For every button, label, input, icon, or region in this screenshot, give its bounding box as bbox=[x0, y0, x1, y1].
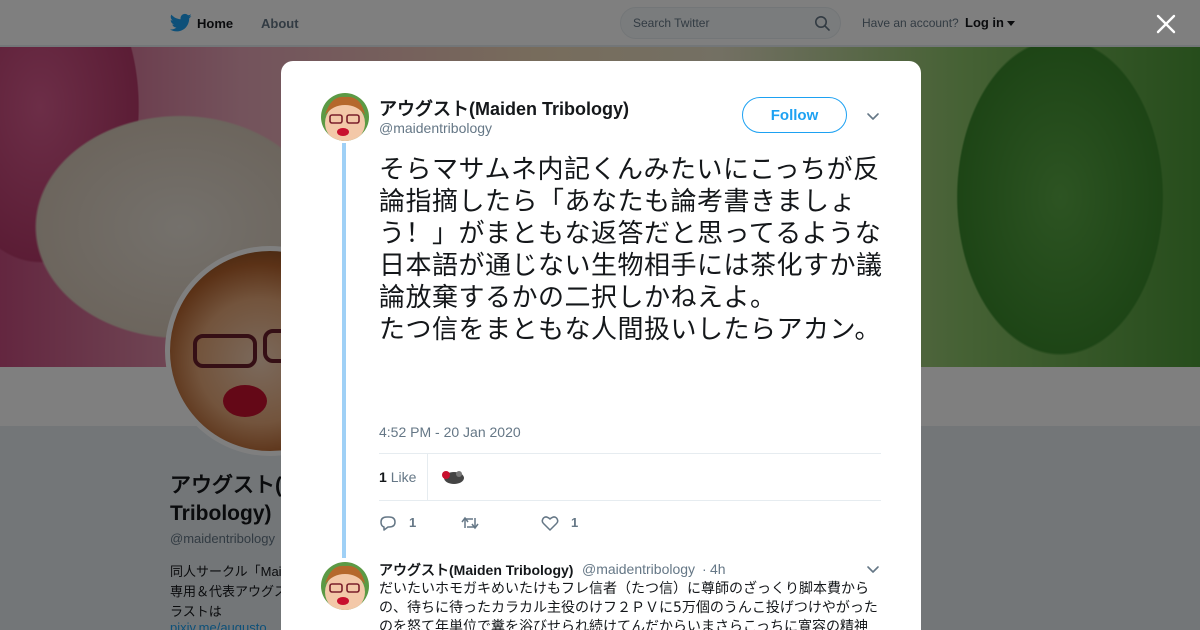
likes-count: 1 bbox=[379, 469, 387, 485]
close-icon[interactable] bbox=[1155, 13, 1177, 35]
like-count: 1 bbox=[571, 515, 579, 530]
reply-author-name[interactable]: アウグスト(Maiden Tribology) bbox=[379, 560, 573, 580]
liker-avatar[interactable] bbox=[441, 468, 465, 486]
reply-button[interactable]: 1 bbox=[379, 513, 439, 533]
author-handle[interactable]: @maidentribology bbox=[379, 120, 492, 136]
tweet-modal: アウグスト(Maiden Tribology) @maidentribology… bbox=[281, 61, 921, 630]
tweet-stats: 1 Like bbox=[379, 453, 881, 501]
tweet-timestamp[interactable]: 4:52 PM - 20 Jan 2020 bbox=[379, 424, 521, 440]
reply-author-handle[interactable]: @maidentribology bbox=[582, 561, 695, 577]
likes-label: Like bbox=[390, 469, 417, 485]
thread-connector-line bbox=[342, 143, 346, 558]
heart-icon bbox=[541, 516, 559, 531]
stats-divider bbox=[427, 454, 428, 501]
retweet-button[interactable] bbox=[461, 513, 521, 533]
reply-separator-dot: · bbox=[702, 561, 707, 577]
reply-count: 1 bbox=[409, 515, 417, 530]
likes-stat[interactable]: 1 Like bbox=[379, 469, 416, 485]
tweet-actions: 1 1 bbox=[379, 513, 881, 533]
author-avatar[interactable] bbox=[321, 93, 369, 141]
reply-icon bbox=[380, 516, 396, 531]
reply-timestamp[interactable]: 4h bbox=[710, 561, 726, 577]
retweet-icon bbox=[461, 516, 479, 530]
author-name[interactable]: アウグスト(Maiden Tribology) bbox=[379, 95, 629, 121]
chevron-down-icon[interactable] bbox=[866, 109, 880, 123]
follow-button[interactable]: Follow bbox=[742, 97, 847, 133]
reply-text: だいたいホモガキめいたけもフレ信者（たつ信）に尊師のざっくり脚本費からの、待ちに… bbox=[379, 581, 878, 630]
tweet-text: そらマサムネ内記くんみたいにこっちが反論指摘したら「あなたも論考書きましょう！」… bbox=[379, 155, 883, 345]
like-button[interactable]: 1 bbox=[541, 513, 601, 533]
reply-author-avatar[interactable] bbox=[321, 562, 369, 610]
chevron-down-icon[interactable] bbox=[866, 562, 880, 576]
